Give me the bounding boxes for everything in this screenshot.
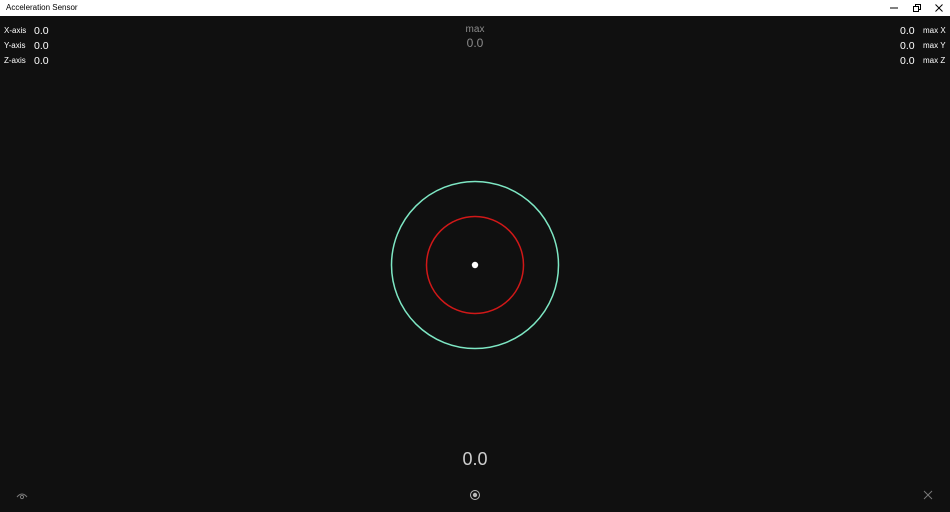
close-icon [923, 490, 933, 500]
minimize-icon [890, 7, 898, 9]
close-app-button[interactable] [920, 487, 936, 503]
eye-icon [16, 493, 28, 500]
record-button[interactable] [467, 487, 483, 503]
minimize-button[interactable] [883, 0, 905, 16]
title-bar: Acceleration Sensor [0, 0, 950, 16]
app-content: X-axis 0.0 Y-axis 0.0 Z-axis 0.0 max 0.0… [0, 16, 950, 512]
record-icon [470, 490, 480, 500]
position-indicator-dot [471, 261, 479, 269]
view-button[interactable] [14, 488, 30, 502]
close-window-button[interactable] [928, 0, 950, 16]
close-icon [935, 4, 943, 12]
restore-button[interactable] [906, 0, 928, 16]
window-title: Acceleration Sensor [6, 3, 78, 12]
magnitude-value: 0.0 [462, 449, 488, 469]
acceleration-gauge [390, 180, 560, 350]
restore-icon [913, 4, 921, 12]
